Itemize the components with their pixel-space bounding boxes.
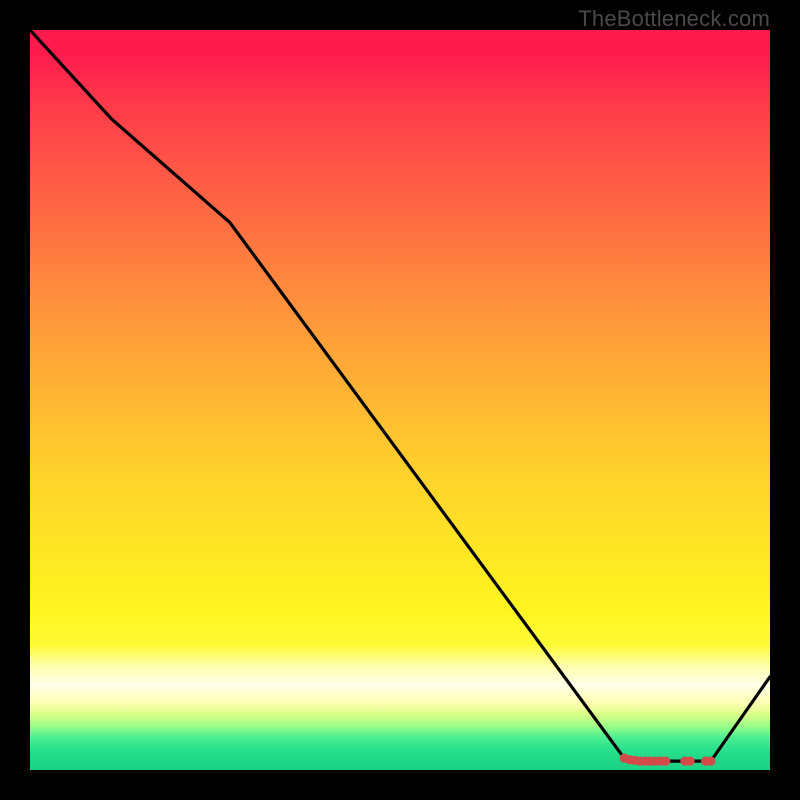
data-point (706, 757, 715, 766)
attribution-text: TheBottleneck.com (578, 6, 770, 32)
line-layer (30, 30, 770, 761)
data-point (661, 757, 670, 766)
plot-svg (30, 30, 770, 770)
bottleneck-curve (30, 30, 770, 761)
chart-stage: TheBottleneck.com (0, 0, 800, 800)
plot-area (30, 30, 770, 770)
data-point (685, 757, 694, 766)
